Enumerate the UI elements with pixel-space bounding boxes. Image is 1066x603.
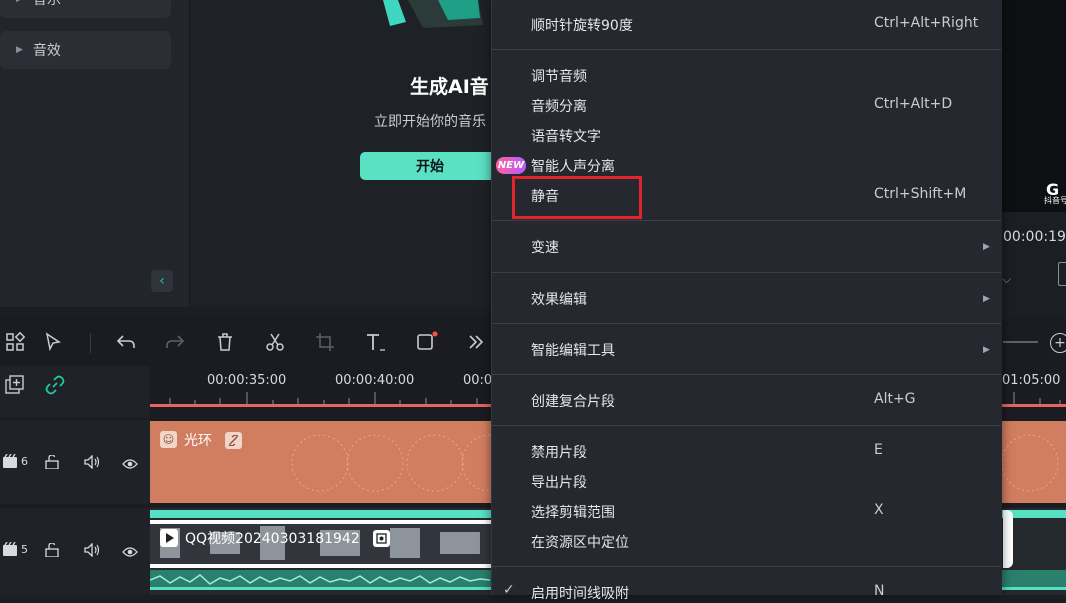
clip-label: QQ视频20240303181942 bbox=[185, 531, 360, 547]
timecode-label: 00:00:35:00 bbox=[207, 373, 287, 388]
lock-icon[interactable] bbox=[45, 542, 59, 561]
category-label: 音乐 bbox=[32, 0, 61, 8]
menu-separator bbox=[491, 566, 1001, 567]
ai-music-illustration bbox=[383, 0, 483, 28]
fullscreen-icon[interactable] bbox=[1058, 262, 1066, 286]
video-track-icon: 5 bbox=[3, 542, 28, 556]
start-button[interactable]: 开始 bbox=[360, 152, 500, 180]
redo-icon[interactable] bbox=[163, 330, 187, 354]
category-sound-effects[interactable]: ▶ 音效 bbox=[0, 31, 171, 69]
category-music[interactable]: ▶ 音乐 bbox=[0, 0, 171, 18]
video-track-icon: 6 bbox=[3, 454, 28, 468]
new-badge: NEW bbox=[496, 157, 526, 174]
menu-shortcut: Ctrl+Shift+M bbox=[874, 186, 967, 202]
face-icon: ☺ bbox=[160, 431, 177, 448]
timecode-label: 00:0 bbox=[463, 373, 493, 388]
menu-shortcut: E bbox=[874, 442, 883, 458]
menu-item-vocal-separation[interactable]: 智能人声分离 bbox=[531, 156, 615, 176]
menu-shortcut: N bbox=[874, 583, 885, 599]
zoom-in-icon[interactable]: + bbox=[1050, 333, 1066, 353]
menu-item-snapping[interactable]: 启用时间线吸附 bbox=[531, 583, 629, 603]
menu-item-disable-clip[interactable]: 禁用片段 bbox=[531, 442, 587, 462]
menu-shortcut: Ctrl+Alt+D bbox=[874, 96, 953, 112]
menu-item-rotate[interactable]: 顺时针旋转90度 bbox=[531, 15, 633, 35]
menu-item-compound-clip[interactable]: 创建复合片段 bbox=[531, 391, 615, 411]
clip-label: 光环 bbox=[184, 433, 212, 449]
menu-item-export-clip[interactable]: 导出片段 bbox=[531, 472, 587, 492]
track-number: 6 bbox=[21, 454, 28, 468]
menu-item-select-range[interactable]: 选择剪辑范围 bbox=[531, 502, 615, 522]
collapse-panel-button[interactable]: ‹ bbox=[151, 270, 173, 292]
clip-edge-handle[interactable] bbox=[1003, 510, 1013, 568]
zoom-slider[interactable] bbox=[1003, 341, 1038, 343]
link-icon[interactable] bbox=[45, 375, 65, 399]
menu-item-speed[interactable]: 变速 bbox=[531, 237, 559, 257]
timecode-label: 01:05:00 bbox=[1002, 373, 1061, 388]
menu-separator bbox=[491, 220, 1001, 221]
menu-item-partial[interactable]: ······ bbox=[531, 0, 558, 2]
menu-separator bbox=[491, 323, 1001, 324]
track-number: 5 bbox=[21, 542, 28, 556]
menu-item-adjust-audio[interactable]: 调节音频 bbox=[531, 66, 587, 86]
chain-icon bbox=[225, 432, 242, 449]
expand-arrow-icon: ▶ bbox=[16, 0, 23, 4]
menu-separator bbox=[491, 49, 1001, 50]
menu-item-detach-audio[interactable]: 音频分离 bbox=[531, 96, 587, 116]
chevron-left-icon: ‹ bbox=[159, 273, 165, 289]
menu-item-speech-to-text[interactable]: 语音转文字 bbox=[531, 126, 601, 146]
dropdown-chevron-icon[interactable]: ⌵ bbox=[1002, 272, 1011, 287]
eye-icon[interactable] bbox=[122, 544, 138, 562]
cut-icon[interactable] bbox=[263, 330, 287, 354]
menu-separator bbox=[491, 272, 1001, 273]
timecode-label: 00:00:40:00 bbox=[335, 373, 415, 388]
menu-item-locate-in-media[interactable]: 在资源区中定位 bbox=[531, 532, 629, 552]
grid-icon[interactable] bbox=[3, 330, 27, 354]
add-track-icon[interactable] bbox=[5, 375, 25, 399]
ai-music-title: 生成AI音 bbox=[410, 76, 489, 98]
menu-separator bbox=[491, 374, 1001, 375]
select-arrow-icon[interactable] bbox=[42, 330, 66, 354]
eye-icon[interactable] bbox=[122, 456, 138, 474]
timeline-header-controls bbox=[0, 366, 150, 418]
text-icon[interactable] bbox=[364, 330, 388, 354]
crop-icon[interactable] bbox=[313, 330, 337, 354]
watermark-text: 抖音号 bbox=[1044, 196, 1066, 205]
submenu-arrow-icon: ▶ bbox=[983, 242, 990, 252]
playhead-timecode: 00:00:19: bbox=[1003, 229, 1066, 245]
shape-icon[interactable] bbox=[415, 330, 439, 354]
menu-shortcut: Alt+G bbox=[874, 391, 916, 407]
submenu-arrow-icon: ▶ bbox=[983, 294, 990, 304]
toolbar-separator bbox=[90, 333, 91, 353]
snapshot-icon bbox=[373, 530, 390, 547]
video-preview: G 抖音号 bbox=[1000, 0, 1066, 212]
undo-icon[interactable] bbox=[114, 330, 138, 354]
lock-icon[interactable] bbox=[45, 454, 59, 473]
play-icon bbox=[160, 529, 178, 547]
more-icon[interactable] bbox=[464, 330, 488, 354]
checkmark-icon: ✓ bbox=[503, 582, 515, 598]
category-label: 音效 bbox=[32, 43, 61, 59]
submenu-arrow-icon: ▶ bbox=[983, 345, 990, 355]
menu-shortcut: X bbox=[874, 502, 884, 518]
ai-music-subtitle: 立即开始你的音乐 bbox=[374, 114, 486, 130]
speaker-icon[interactable] bbox=[84, 454, 100, 473]
menu-item-effects[interactable]: 效果编辑 bbox=[531, 289, 587, 309]
speaker-icon[interactable] bbox=[84, 542, 100, 561]
menu-shortcut: Ctrl+Alt+Right bbox=[874, 15, 979, 31]
delete-icon[interactable] bbox=[213, 330, 237, 354]
menu-item-smart-tools[interactable]: 智能编辑工具 bbox=[531, 340, 615, 360]
menu-separator bbox=[491, 425, 1001, 426]
highlight-box bbox=[512, 176, 642, 219]
expand-arrow-icon: ▶ bbox=[16, 45, 23, 55]
